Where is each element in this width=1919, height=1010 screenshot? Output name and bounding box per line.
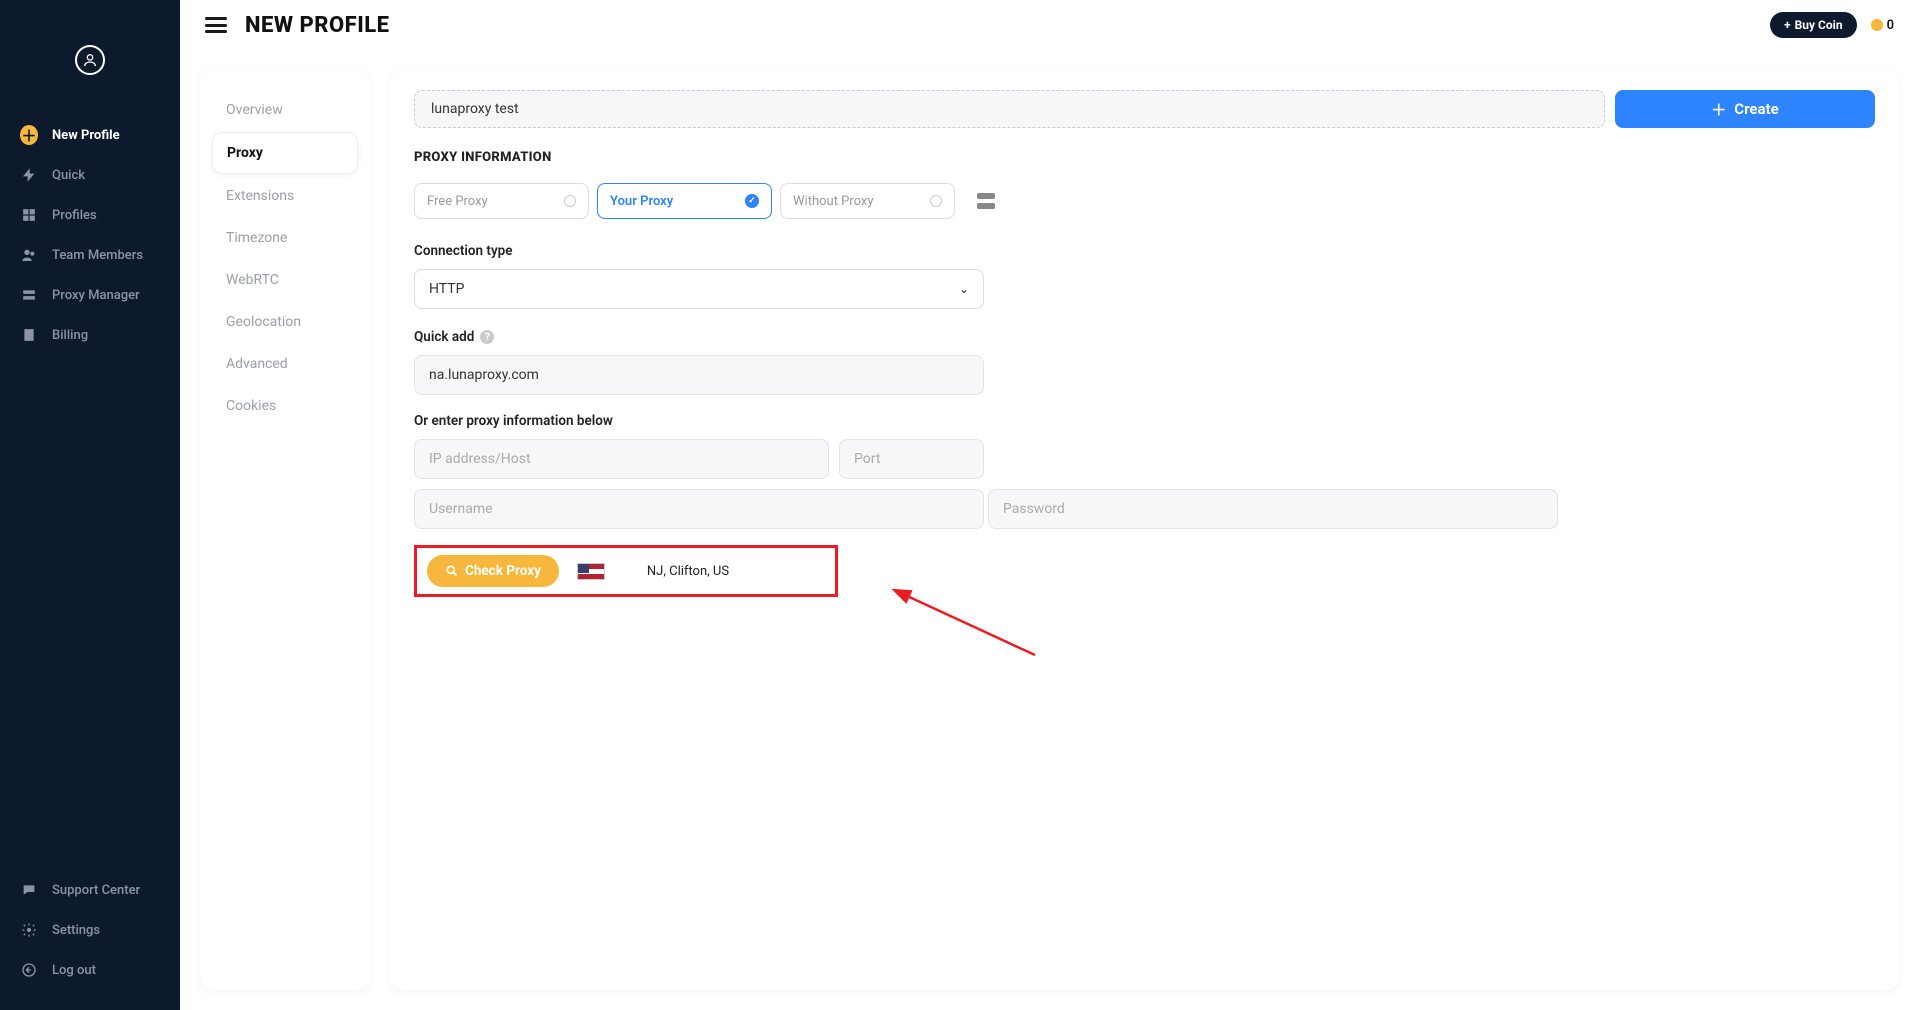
annotation-arrow: [895, 585, 1055, 669]
nav-logout[interactable]: Log out: [0, 950, 180, 990]
name-create-row: ＋ Create: [414, 90, 1875, 128]
nav-label: Quick: [52, 168, 85, 183]
proxy-mode-without[interactable]: Without Proxy: [780, 183, 955, 219]
manual-entry-label: Or enter proxy information below: [414, 413, 1875, 429]
proxy-mode-free[interactable]: Free Proxy: [414, 183, 589, 219]
logout-icon: [20, 961, 38, 979]
proxy-list-icon[interactable]: [977, 193, 995, 209]
nav-new-profile[interactable]: ＋ New Profile: [0, 115, 180, 155]
nav-billing[interactable]: Billing: [0, 315, 180, 355]
section-heading: PROXY INFORMATION: [414, 150, 1875, 165]
radio-checked-icon: ✓: [745, 194, 759, 208]
us-flag-icon: [577, 563, 605, 580]
proxy-result-info: NJ, Clifton, US: [623, 564, 729, 579]
nav-settings[interactable]: Settings: [0, 910, 180, 950]
create-button[interactable]: ＋ Create: [1615, 90, 1875, 128]
section-geolocation[interactable]: Geolocation: [212, 302, 358, 342]
profile-sections-sidebar: Overview Proxy Extensions Timezone WebRT…: [200, 70, 370, 990]
nav-support-center[interactable]: Support Center: [0, 870, 180, 910]
gear-icon: [20, 921, 38, 939]
pill-label: Free Proxy: [427, 194, 488, 209]
label-text: Connection type: [414, 243, 513, 259]
magnify-icon: [445, 564, 459, 578]
proxy-result-location: NJ, Clifton, US: [647, 564, 729, 579]
quick-add-input[interactable]: [414, 355, 984, 395]
stack-icon: [20, 286, 38, 304]
pill-label: Your Proxy: [610, 194, 673, 209]
section-timezone[interactable]: Timezone: [212, 218, 358, 258]
nav-label: Log out: [52, 963, 96, 978]
nav-label: New Profile: [52, 128, 120, 143]
user-icon: [82, 52, 98, 68]
profile-name-input[interactable]: [414, 90, 1605, 128]
check-proxy-area-highlighted: Check Proxy NJ, Clifton, US: [414, 545, 838, 597]
nav-label: Proxy Manager: [52, 288, 140, 303]
host-input[interactable]: [414, 439, 829, 479]
check-proxy-button[interactable]: Check Proxy: [427, 555, 559, 587]
page-title: NEW PROFILE: [245, 13, 390, 38]
plus-icon: +: [1784, 18, 1791, 32]
section-proxy[interactable]: Proxy: [212, 132, 358, 174]
avatar[interactable]: [75, 45, 105, 75]
radio-unchecked-icon: [564, 195, 576, 207]
host-port-row: [414, 439, 984, 479]
radio-unchecked-icon: [930, 195, 942, 207]
proxy-mode-your[interactable]: Your Proxy ✓: [597, 183, 772, 219]
sidebar-bottom-group: Support Center Settings Log out: [0, 870, 180, 990]
coin-balance: 0: [1871, 18, 1894, 33]
topbar: NEW PROFILE + Buy Coin 0: [180, 0, 1919, 50]
nav-label: Profiles: [52, 208, 97, 223]
nav-proxy-manager[interactable]: Proxy Manager: [0, 275, 180, 315]
select-value: HTTP: [429, 281, 464, 297]
section-advanced[interactable]: Advanced: [212, 344, 358, 384]
plus-icon: ＋: [1711, 99, 1726, 120]
main-panel: ＋ Create PROXY INFORMATION Free Proxy Yo…: [390, 70, 1899, 990]
grid-icon: [20, 206, 38, 224]
section-webrtc[interactable]: WebRTC: [212, 260, 358, 300]
nav-profiles[interactable]: Profiles: [0, 195, 180, 235]
chevron-down-icon: ⌄: [959, 282, 969, 296]
plus-circle-icon: ＋: [20, 126, 38, 144]
coin-icon: [1871, 19, 1883, 31]
nav-team-members[interactable]: Team Members: [0, 235, 180, 275]
quick-add-label: Quick add ?: [414, 329, 1875, 345]
nav-quick[interactable]: Quick: [0, 155, 180, 195]
connection-type-select[interactable]: HTTP ⌄: [414, 269, 984, 309]
section-cookies[interactable]: Cookies: [212, 386, 358, 426]
section-extensions[interactable]: Extensions: [212, 176, 358, 216]
receipt-icon: [20, 326, 38, 344]
proxy-mode-row: Free Proxy Your Proxy ✓ Without Proxy: [414, 183, 1875, 219]
check-proxy-label: Check Proxy: [465, 563, 541, 579]
users-icon: [20, 246, 38, 264]
support-icon: [20, 881, 38, 899]
pill-label: Without Proxy: [793, 194, 874, 209]
create-label: Create: [1734, 100, 1778, 118]
nav-label: Billing: [52, 328, 88, 343]
buy-coin-label: Buy Coin: [1795, 18, 1843, 32]
nav-label: Team Members: [52, 248, 143, 263]
password-input[interactable]: [988, 489, 1558, 529]
nav-label: Support Center: [52, 883, 140, 898]
menu-toggle-icon[interactable]: [205, 17, 227, 33]
label-text: Quick add: [414, 329, 474, 345]
bolt-icon: [20, 166, 38, 184]
username-input[interactable]: [414, 489, 984, 529]
help-icon[interactable]: ?: [480, 330, 494, 344]
coin-balance-value: 0: [1887, 18, 1894, 33]
main-sidebar: ＋ New Profile Quick Profiles Team Member…: [0, 0, 180, 1010]
nav-label: Settings: [52, 923, 100, 938]
port-input[interactable]: [839, 439, 984, 479]
connection-type-label: Connection type: [414, 243, 1875, 259]
section-overview[interactable]: Overview: [212, 90, 358, 130]
content-area: Overview Proxy Extensions Timezone WebRT…: [180, 50, 1919, 1010]
buy-coin-button[interactable]: + Buy Coin: [1770, 12, 1856, 38]
